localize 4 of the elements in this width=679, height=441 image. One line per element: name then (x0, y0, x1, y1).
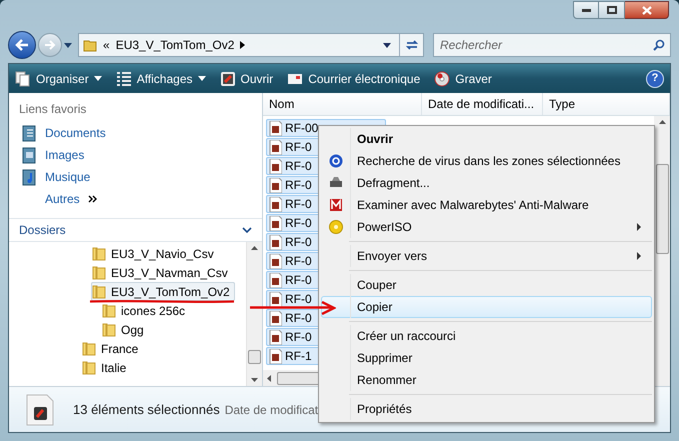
detail-label: Date de modificat (224, 402, 318, 418)
selection-count: 13 éléments sélectionnés (73, 400, 220, 419)
section-title: Liens favoris (19, 101, 88, 118)
section-title: Dossiers (19, 222, 66, 239)
